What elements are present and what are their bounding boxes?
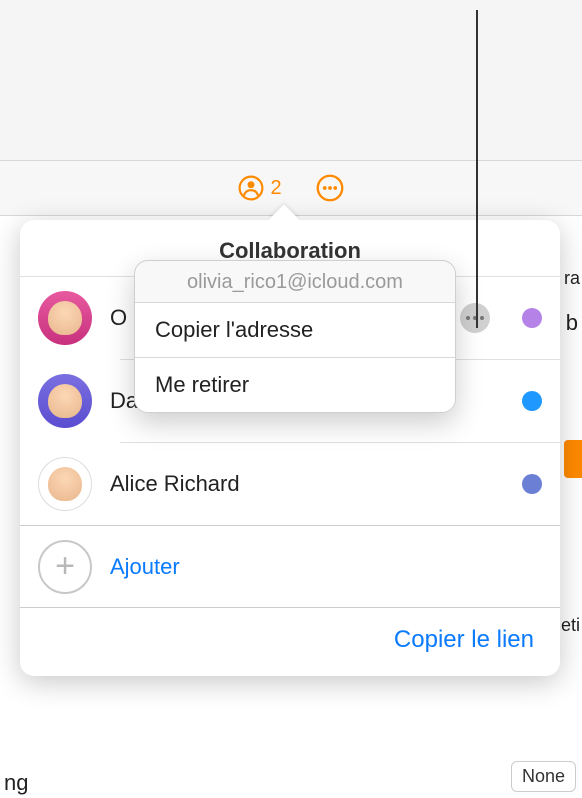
- background-text-fragment: ra: [564, 268, 580, 289]
- background-dropdown-none[interactable]: None: [511, 761, 576, 792]
- participant-row[interactable]: Alice Richard: [20, 443, 560, 525]
- avatar: [38, 374, 92, 428]
- avatar: [38, 291, 92, 345]
- participant-context-menu: olivia_rico1@icloud.com Copier l'adresse…: [134, 260, 456, 413]
- more-button[interactable]: [316, 174, 344, 202]
- memoji-face-icon: [48, 384, 82, 418]
- background-selection-highlight: [564, 440, 582, 478]
- copy-address-menu-item[interactable]: Copier l'adresse: [135, 302, 455, 357]
- avatar: [38, 457, 92, 511]
- toolbar: 2: [0, 160, 582, 216]
- ellipsis-circle-icon: [316, 174, 344, 202]
- background-text-fragment: ng: [4, 770, 28, 796]
- participant-name: Alice Richard: [110, 471, 490, 497]
- popover-footer: Copier le lien: [20, 607, 560, 676]
- callout-line: [476, 10, 478, 328]
- memoji-face-icon: [48, 467, 82, 501]
- ellipsis-icon: [466, 316, 484, 320]
- background-text-fragment: b: [566, 310, 578, 336]
- participant-more-button[interactable]: [460, 303, 490, 333]
- collaboration-count: 2: [270, 177, 281, 200]
- copy-link-button[interactable]: Copier le lien: [394, 626, 534, 654]
- presence-indicator: [522, 308, 542, 328]
- add-label: Ajouter: [110, 554, 180, 580]
- person-circle-icon: [238, 175, 264, 201]
- remove-me-menu-item[interactable]: Me retirer: [135, 357, 455, 412]
- add-participant-button[interactable]: + Ajouter: [20, 525, 560, 607]
- context-menu-header-email: olivia_rico1@icloud.com: [135, 261, 455, 302]
- presence-indicator: [522, 474, 542, 494]
- collaboration-button[interactable]: 2: [238, 175, 281, 201]
- presence-indicator: [522, 391, 542, 411]
- memoji-face-icon: [48, 301, 82, 335]
- background-text-fragment: eti: [561, 615, 580, 636]
- plus-circle-icon: +: [38, 540, 92, 594]
